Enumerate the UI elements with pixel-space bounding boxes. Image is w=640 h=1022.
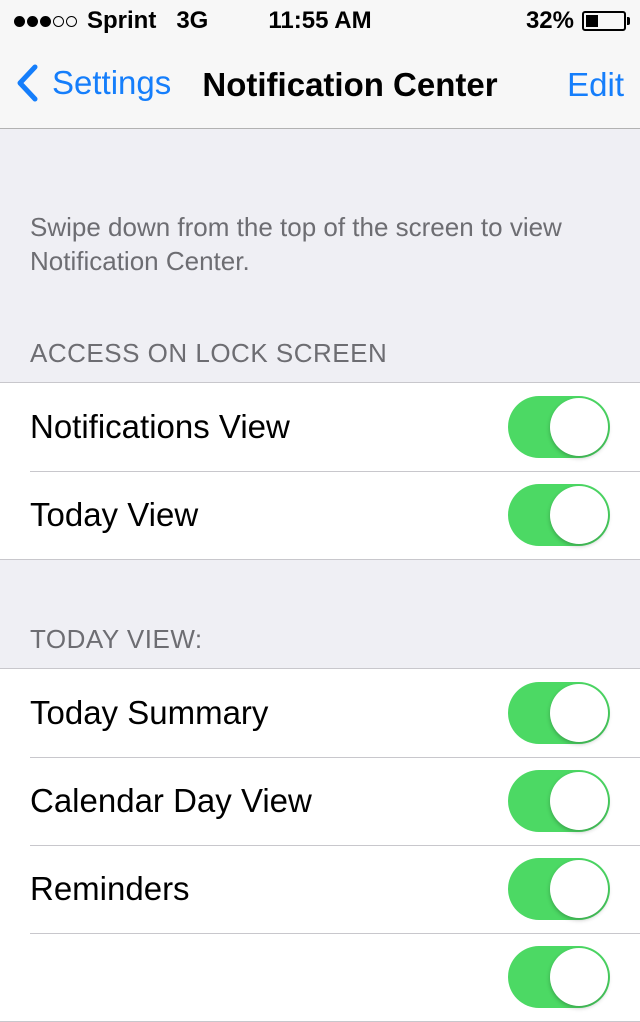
row-label: Calendar Day View — [30, 782, 312, 819]
row-label: Reminders — [30, 870, 190, 907]
today-view-toggle[interactable] — [508, 484, 610, 546]
toggle-knob — [550, 684, 608, 742]
partially-visible-toggle[interactable] — [508, 946, 610, 1008]
row-label: Today View — [30, 496, 199, 533]
battery-percent: 32% — [525, 7, 574, 34]
row-today-summary: Today Summary — [0, 669, 640, 757]
row-today-view: Today View — [0, 471, 640, 559]
status-bar: Sprint 3G 11:55 AM 32% — [0, 0, 640, 40]
section-header-today-view: TODAY VIEW: — [30, 624, 203, 654]
description-text: Swipe down from the top of the screen to… — [30, 212, 562, 276]
page-title: Notification Center — [202, 66, 498, 103]
row-partially-visible — [0, 933, 640, 1021]
battery-icon — [582, 11, 630, 31]
toggle-knob — [550, 398, 608, 456]
lock-screen-group: Notifications View Today View — [0, 382, 640, 560]
navigation-bar: Settings Notification Center Edit — [0, 40, 640, 129]
today-view-group: Today Summary Calendar Day View Reminder… — [0, 668, 640, 1022]
toggle-knob — [550, 948, 608, 1006]
row-calendar-day-view: Calendar Day View — [0, 757, 640, 845]
row-notifications-view: Notifications View — [0, 383, 640, 471]
toggle-knob — [550, 486, 608, 544]
today-summary-toggle[interactable] — [508, 682, 610, 744]
row-label: Today Summary — [30, 694, 269, 731]
notifications-view-toggle[interactable] — [508, 396, 610, 458]
battery-level — [586, 15, 598, 27]
toggle-knob — [550, 772, 608, 830]
calendar-day-view-toggle[interactable] — [508, 770, 610, 832]
reminders-toggle[interactable] — [508, 858, 610, 920]
status-right: 32% — [525, 7, 630, 35]
edit-button[interactable]: Edit — [567, 66, 624, 104]
section-header-lock-screen: ACCESS ON LOCK SCREEN — [30, 338, 388, 368]
toggle-knob — [550, 860, 608, 918]
row-reminders: Reminders — [0, 845, 640, 933]
row-label: Notifications View — [30, 408, 290, 445]
